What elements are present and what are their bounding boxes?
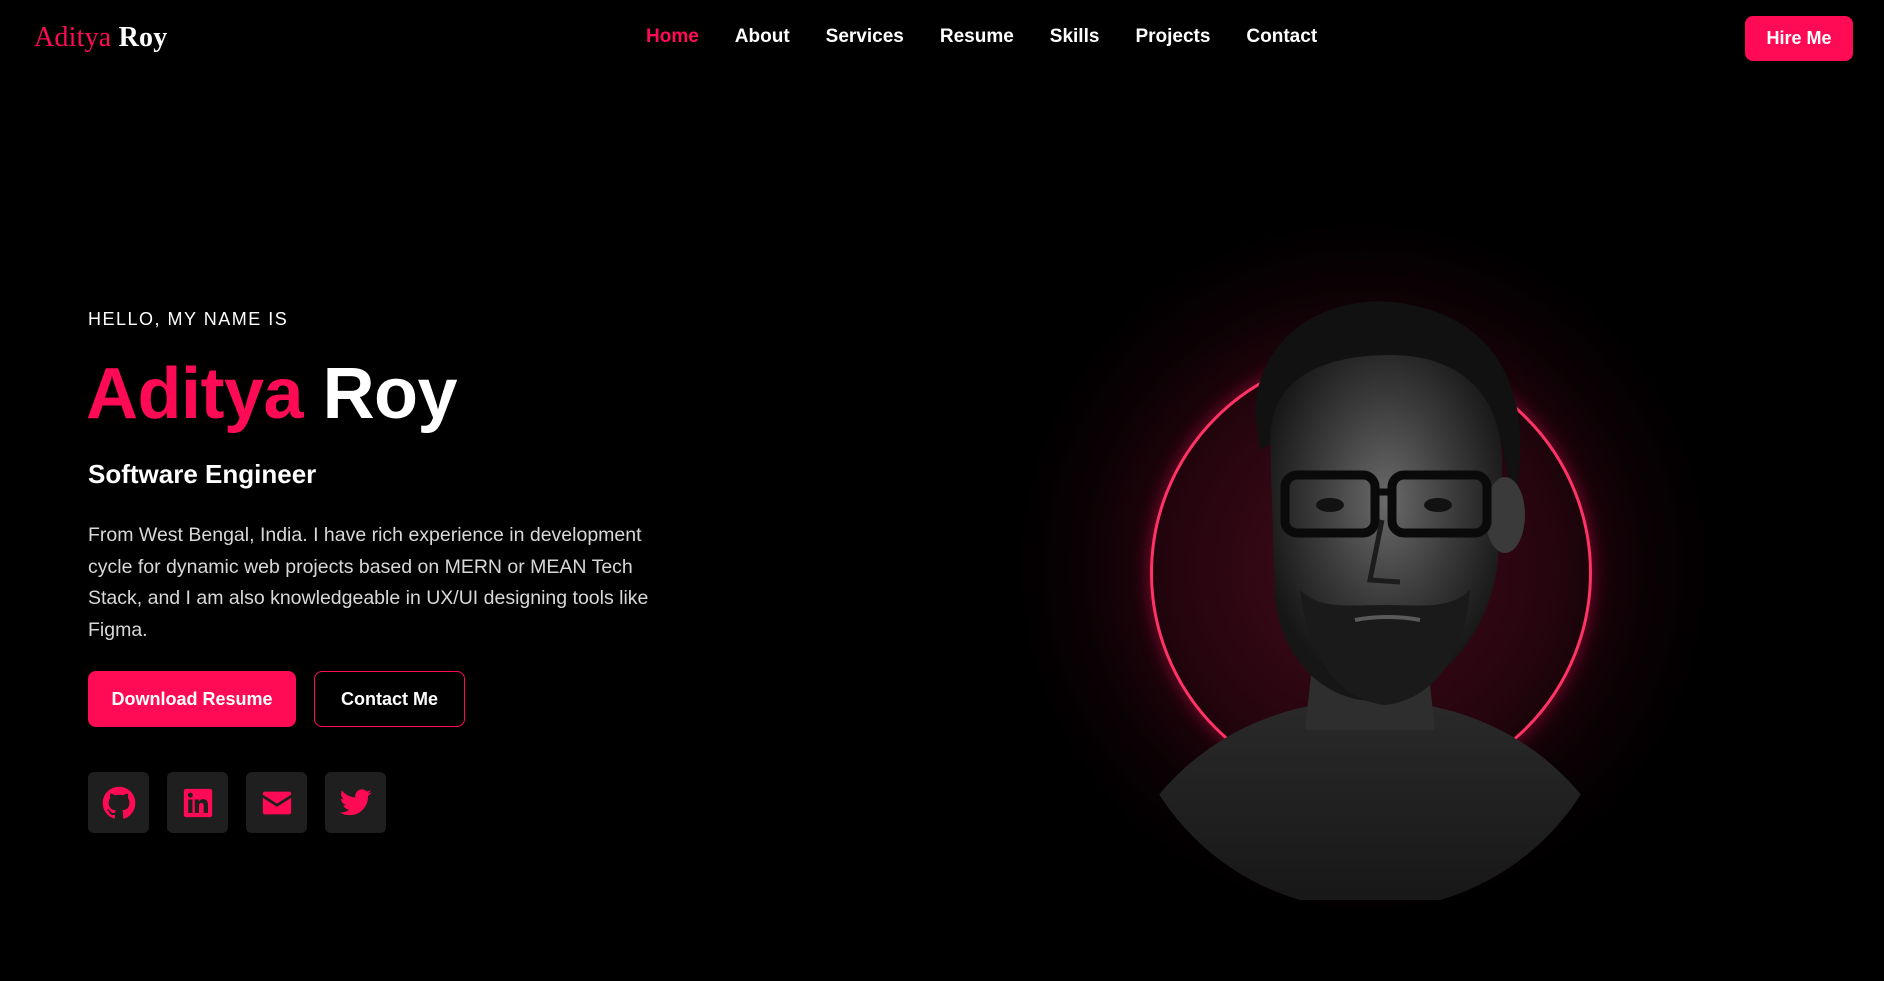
hero-first-name: Aditya — [86, 354, 304, 434]
linkedin-icon — [183, 788, 212, 817]
nav-menu: Home About Services Resume Skills Projec… — [646, 26, 1353, 48]
hero-greeting: HELLO, MY NAME IS — [88, 309, 289, 329]
hire-me-button[interactable]: Hire Me — [1745, 16, 1853, 61]
twitter-link[interactable] — [325, 772, 386, 833]
github-link[interactable] — [88, 772, 149, 833]
brand-last-name: Roy — [118, 22, 168, 53]
hero-bio: From West Bengal, India. I have rich exp… — [88, 524, 649, 641]
nav-item-home[interactable]: Home — [646, 26, 699, 48]
hero-role: Software Engineer — [88, 459, 317, 489]
brand-logo[interactable]: Aditya Roy — [34, 22, 167, 54]
navbar: Aditya Roy Home About Services Resume Sk… — [0, 0, 1884, 78]
nav-item-about[interactable]: About — [735, 26, 790, 48]
social-links — [88, 772, 404, 833]
email-icon — [262, 791, 291, 814]
linkedin-link[interactable] — [167, 772, 228, 833]
profile-photo — [1120, 301, 1620, 900]
nav-item-skills[interactable]: Skills — [1050, 26, 1100, 48]
nav-item-resume[interactable]: Resume — [940, 26, 1014, 48]
email-link[interactable] — [246, 772, 307, 833]
nav-item-contact[interactable]: Contact — [1246, 26, 1317, 48]
twitter-icon — [339, 788, 372, 815]
contact-me-button[interactable]: Contact Me — [314, 671, 465, 727]
github-icon — [102, 786, 135, 819]
hero-last-name: Roy — [322, 354, 458, 434]
brand-first-name: Aditya — [34, 22, 112, 53]
nav-item-services[interactable]: Services — [826, 26, 904, 48]
hero-name: Aditya Roy — [86, 358, 458, 430]
nav-item-projects[interactable]: Projects — [1135, 26, 1210, 48]
portfolio-page: Aditya Roy Home About Services Resume Sk… — [0, 0, 1884, 981]
download-resume-button[interactable]: Download Resume — [88, 671, 296, 727]
